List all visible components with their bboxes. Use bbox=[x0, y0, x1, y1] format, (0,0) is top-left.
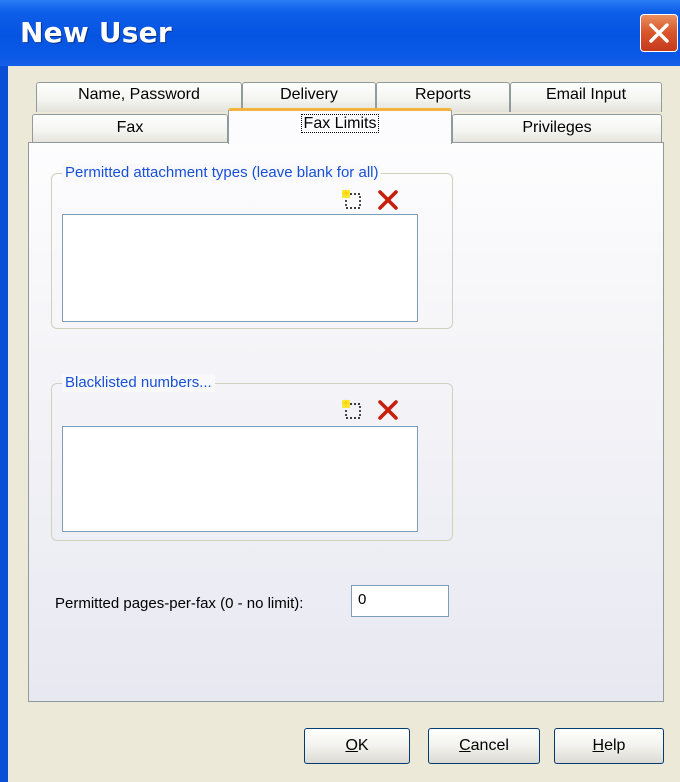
tab-label: Delivery bbox=[280, 86, 338, 103]
delete-x-icon bbox=[378, 400, 398, 420]
help-accelerator: H bbox=[592, 737, 605, 754]
new-item-icon bbox=[342, 399, 361, 419]
title-bar[interactable]: New User bbox=[0, 0, 680, 66]
delete-x-icon bbox=[378, 190, 398, 210]
close-icon bbox=[649, 23, 669, 43]
tab-panel-fax-limits: Permitted attachment types (leave blank … bbox=[28, 142, 664, 702]
tab-privileges[interactable]: Privileges bbox=[452, 114, 662, 143]
attachment-types-group: Permitted attachment types (leave blank … bbox=[51, 164, 453, 329]
blacklisted-numbers-list[interactable] bbox=[62, 426, 418, 532]
tab-name-password[interactable]: Name, Password bbox=[36, 82, 242, 112]
help-button[interactable]: Help bbox=[554, 728, 664, 764]
close-button[interactable] bbox=[640, 14, 678, 52]
ok-accelerator: O bbox=[345, 737, 358, 754]
blacklisted-numbers-group: Blacklisted numbers... bbox=[51, 374, 453, 541]
tab-label: Fax Limits bbox=[300, 114, 380, 133]
add-blacklisted-number-button[interactable] bbox=[340, 398, 364, 422]
window-title: New User bbox=[20, 16, 172, 49]
attachment-types-list[interactable] bbox=[62, 214, 418, 322]
pages-per-fax-input[interactable]: 0 bbox=[351, 585, 449, 617]
delete-blacklisted-number-button[interactable] bbox=[376, 398, 400, 422]
cancel-accelerator: C bbox=[459, 737, 471, 754]
cancel-button[interactable]: Cancel bbox=[428, 728, 540, 764]
tab-fax[interactable]: Fax bbox=[32, 114, 228, 143]
tab-fax-limits[interactable]: Fax Limits bbox=[228, 108, 452, 144]
tab-label: Name, Password bbox=[78, 86, 200, 103]
cancel-label-rest: ancel bbox=[470, 737, 509, 754]
ok-button[interactable]: OK bbox=[304, 728, 410, 764]
help-label-rest: elp bbox=[604, 737, 626, 754]
tab-email-input[interactable]: Email Input bbox=[510, 82, 662, 112]
dialog-window: New User Name, Password Delivery Reports… bbox=[0, 0, 680, 782]
delete-attachment-type-button[interactable] bbox=[376, 188, 400, 212]
tab-label: Fax bbox=[116, 119, 144, 136]
new-item-icon bbox=[342, 189, 361, 209]
tab-label: Reports bbox=[414, 86, 472, 103]
tab-label: Email Input bbox=[545, 86, 627, 103]
pages-per-fax-label: Permitted pages-per-fax (0 - no limit): bbox=[55, 595, 304, 612]
blacklisted-numbers-title: Blacklisted numbers... bbox=[62, 374, 215, 392]
add-attachment-type-button[interactable] bbox=[340, 188, 364, 212]
attachment-types-title: Permitted attachment types (leave blank … bbox=[62, 164, 382, 182]
ok-label-rest: K bbox=[357, 737, 369, 754]
tab-label: Privileges bbox=[522, 119, 592, 136]
